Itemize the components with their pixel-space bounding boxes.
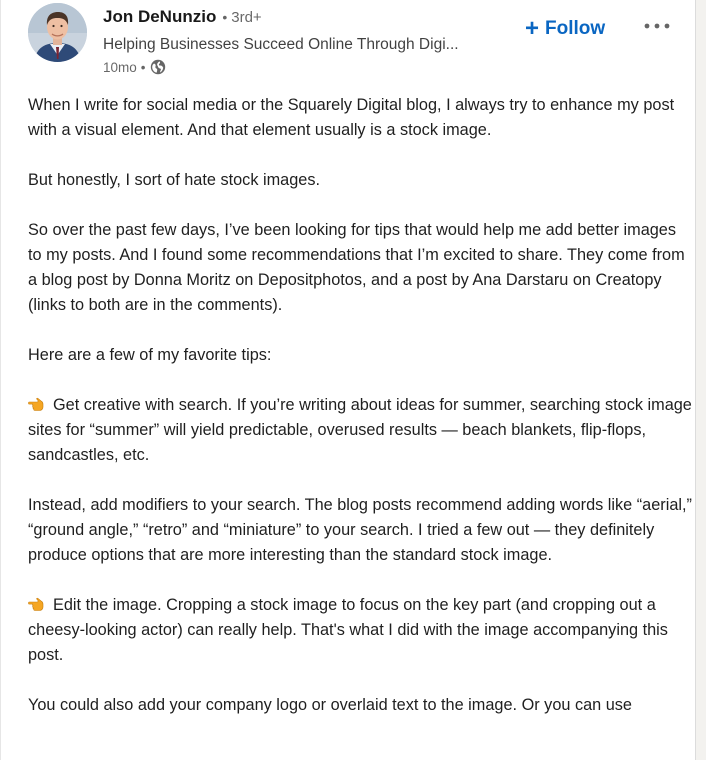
pointing-hand-icon xyxy=(28,395,46,411)
more-options-button[interactable] xyxy=(639,12,675,40)
author-info: Jon DeNunzio • 3rd+ xyxy=(103,7,262,33)
post-body: When I write for social media or the Squ… xyxy=(28,93,693,743)
post-paragraph: But honestly, I sort of hate stock image… xyxy=(28,171,320,189)
tip-paragraph: Get creative with search. If you’re writ… xyxy=(28,393,693,468)
follow-label: Follow xyxy=(545,18,606,39)
post-meta: 10mo • xyxy=(103,59,166,75)
post-paragraph: When I write for social media or the Squ… xyxy=(28,96,675,139)
tip-paragraph: Edit the image. Cropping a stock image t… xyxy=(28,593,693,668)
plus-icon: + xyxy=(525,15,540,42)
pointing-hand-icon xyxy=(28,595,46,611)
post-paragraph: Instead, add modifiers to your search. T… xyxy=(28,496,692,564)
post-paragraph: You could also add your company logo or … xyxy=(28,696,632,714)
ellipsis-icon xyxy=(644,23,670,29)
post-paragraph: Here are a few of my favorite tips: xyxy=(28,346,272,364)
degree-separator: • xyxy=(222,9,228,25)
follow-button[interactable]: + Follow xyxy=(525,14,605,44)
author-name[interactable]: Jon DeNunzio xyxy=(103,7,216,27)
post-paragraph: So over the past few days, I’ve been loo… xyxy=(28,221,685,314)
connection-degree: 3rd+ xyxy=(231,9,262,26)
author-headline[interactable]: Helping Businesses Succeed Online Throug… xyxy=(103,36,503,54)
author-avatar[interactable] xyxy=(28,3,87,62)
tip-text: Edit the image. Cropping a stock image t… xyxy=(28,596,668,664)
post-time[interactable]: 10mo xyxy=(103,60,137,75)
tip-text: Get creative with search. If you’re writ… xyxy=(28,396,692,464)
globe-icon xyxy=(150,59,166,75)
post-card: Jon DeNunzio • 3rd+ Helping Businesses S… xyxy=(0,0,696,760)
time-separator: • xyxy=(140,59,146,75)
